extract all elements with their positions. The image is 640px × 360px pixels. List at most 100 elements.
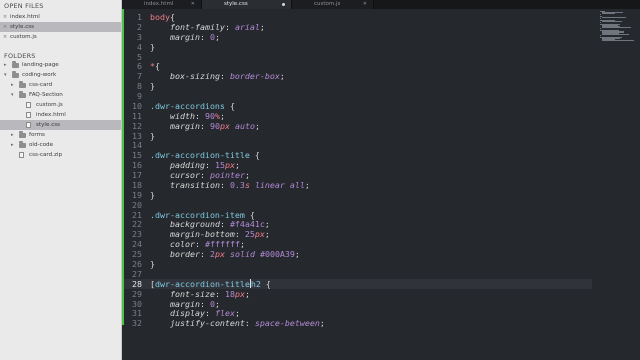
code-token-unit: px <box>214 249 225 260</box>
chevron-right-icon[interactable]: ▸ <box>4 60 7 70</box>
open-file-item[interactable]: × style.css <box>0 22 121 32</box>
open-file-item[interactable]: × index.html <box>0 12 121 22</box>
close-icon[interactable]: × <box>1 32 9 42</box>
close-icon[interactable]: × <box>1 12 9 22</box>
chevron-right-icon[interactable]: ▸ <box>11 140 14 150</box>
close-icon[interactable]: ✕ <box>363 0 367 9</box>
code-line[interactable]: 27 <box>122 269 592 279</box>
code-token-prop: cursor <box>169 170 200 181</box>
code-line[interactable]: 2 font-family: arial; <box>122 22 592 32</box>
open-file-item[interactable]: × custom.js <box>0 32 121 42</box>
code-token-prop: display <box>169 308 205 319</box>
code-line[interactable]: 7 box-sizing: border-box; <box>122 71 592 81</box>
code-token-punct: : <box>234 229 245 240</box>
line-number: 3 <box>137 31 142 42</box>
code-line[interactable]: 29 font-size: 18px; <box>122 289 592 299</box>
code-token-brace: } <box>150 81 155 92</box>
code-line[interactable]: 19} <box>122 190 592 200</box>
code-token-prop: margin-bottom <box>169 229 235 240</box>
code-token-val: pointer <box>209 170 245 181</box>
chevron-down-icon[interactable]: ▾ <box>11 90 14 100</box>
code-token-punct: ; <box>234 160 240 171</box>
unsaved-dot-icon[interactable] <box>282 3 285 6</box>
code-line[interactable]: 13} <box>122 131 592 141</box>
chevron-right-icon[interactable]: ▸ <box>11 130 14 140</box>
code-line[interactable]: 4} <box>122 42 592 52</box>
code-text: } <box>150 81 155 91</box>
code-token-punct: ; <box>279 71 285 82</box>
minimap-line <box>602 16 627 18</box>
tree-item[interactable]: ▸ forms <box>0 130 121 140</box>
close-icon[interactable]: ✕ <box>191 0 195 9</box>
code-text: } <box>150 190 155 200</box>
code-line[interactable]: 15 .dwr-accordion-title { <box>122 150 592 160</box>
code-line[interactable]: 26} <box>122 259 592 269</box>
line-number: 24 <box>132 239 142 250</box>
code-token-punct: ; <box>244 170 250 181</box>
code-editor[interactable]: 1 body{2 font-family: arial; 3 margin: 0; 4… <box>122 9 640 360</box>
code-token-punct: : <box>204 308 215 319</box>
code-token-punct: : <box>199 249 210 260</box>
code-line[interactable]: 31 display: flex; <box>122 308 592 318</box>
code-line[interactable]: 18 transition: 0.3s linear all; <box>122 180 592 190</box>
code-text: *{ <box>150 61 160 71</box>
tab-label: index.html <box>144 1 174 7</box>
code-line[interactable]: 20 <box>122 200 592 210</box>
tree-item[interactable]: ▸ old-code <box>0 140 121 150</box>
line-number: 32 <box>132 318 142 329</box>
code-line[interactable]: 12 margin: 90px auto; <box>122 121 592 131</box>
code-line[interactable]: 24 color: #ffffff; <box>122 239 592 249</box>
tree-item[interactable]: ▾ coding-work <box>0 70 121 80</box>
chevron-right-icon[interactable]: ▸ <box>11 80 14 90</box>
line-number: 15 <box>132 150 142 161</box>
code-text: padding: 15px; <box>150 160 240 170</box>
code-text: } <box>150 42 155 52</box>
tree-item[interactable]: custom.js <box>0 100 121 110</box>
code-token-prop: border <box>169 249 200 260</box>
code-line[interactable]: 17 cursor: pointer; <box>122 170 592 180</box>
code-token-num: #000A39 <box>259 249 295 260</box>
code-line[interactable]: 1 body{ <box>122 12 592 22</box>
line-number: 31 <box>132 308 142 319</box>
tree-item[interactable]: ▸ css-card <box>0 80 121 90</box>
line-number: 11 <box>132 110 142 121</box>
tree-item[interactable]: style.css <box>0 120 121 130</box>
code-line[interactable]: 21 .dwr-accordion-item { <box>122 210 592 220</box>
code-token-num: 0.3 <box>229 179 245 190</box>
tree-item[interactable]: css-card.zip <box>0 150 121 160</box>
tree-item[interactable]: ▾ FAQ-Section <box>0 90 121 100</box>
line-number: 4 <box>137 41 142 52</box>
code-line[interactable]: 10 .dwr-accordions { <box>122 101 592 111</box>
line-number: 5 <box>137 51 142 62</box>
tab-style-css[interactable]: style.css <box>202 0 292 9</box>
code-line[interactable]: 30 margin: 0; <box>122 299 592 309</box>
minimap[interactable] <box>600 11 636 42</box>
code-line[interactable]: 6 *{ <box>122 61 592 71</box>
code-text: color: #ffffff; <box>150 239 245 249</box>
code-line[interactable]: 3 margin: 0; <box>122 32 592 42</box>
code-line[interactable]: 25 border: 2px solid #000A39; <box>122 249 592 259</box>
code-token-val: flex <box>214 308 235 319</box>
chevron-down-icon[interactable]: ▾ <box>4 70 7 80</box>
line-number: 2 <box>137 21 142 32</box>
code-line[interactable]: 28 [dwr-accordion-titleh2 { <box>122 278 592 289</box>
code-token-punct: : <box>194 110 205 121</box>
code-text: } <box>150 131 155 141</box>
code-line[interactable]: 9 <box>122 91 592 101</box>
code-line[interactable]: 23 margin-bottom: 25px; <box>122 229 592 239</box>
tab-bar: index.html ✕ style.css custom.js ✕ <box>122 0 640 9</box>
tab-custom-js[interactable]: custom.js ✕ <box>292 0 374 9</box>
close-icon[interactable]: × <box>1 22 9 32</box>
tab-index-html[interactable]: index.html ✕ <box>122 0 202 9</box>
code-line[interactable]: 8} <box>122 81 592 91</box>
code-line[interactable]: 22 background: #f4a41c; <box>122 219 592 229</box>
code-line[interactable]: 14 <box>122 140 592 150</box>
line-number: 14 <box>132 140 142 151</box>
code-line[interactable]: 16 padding: 15px; <box>122 160 592 170</box>
code-line[interactable]: 5 <box>122 52 592 62</box>
tree-item[interactable]: ▸ landing-page <box>0 60 121 70</box>
tree-item[interactable]: index.html <box>0 110 121 120</box>
line-number: 19 <box>132 189 142 200</box>
code-line[interactable]: 32 justify-content: space-between; <box>122 318 592 328</box>
code-line[interactable]: 11 width: 90%; <box>122 111 592 121</box>
